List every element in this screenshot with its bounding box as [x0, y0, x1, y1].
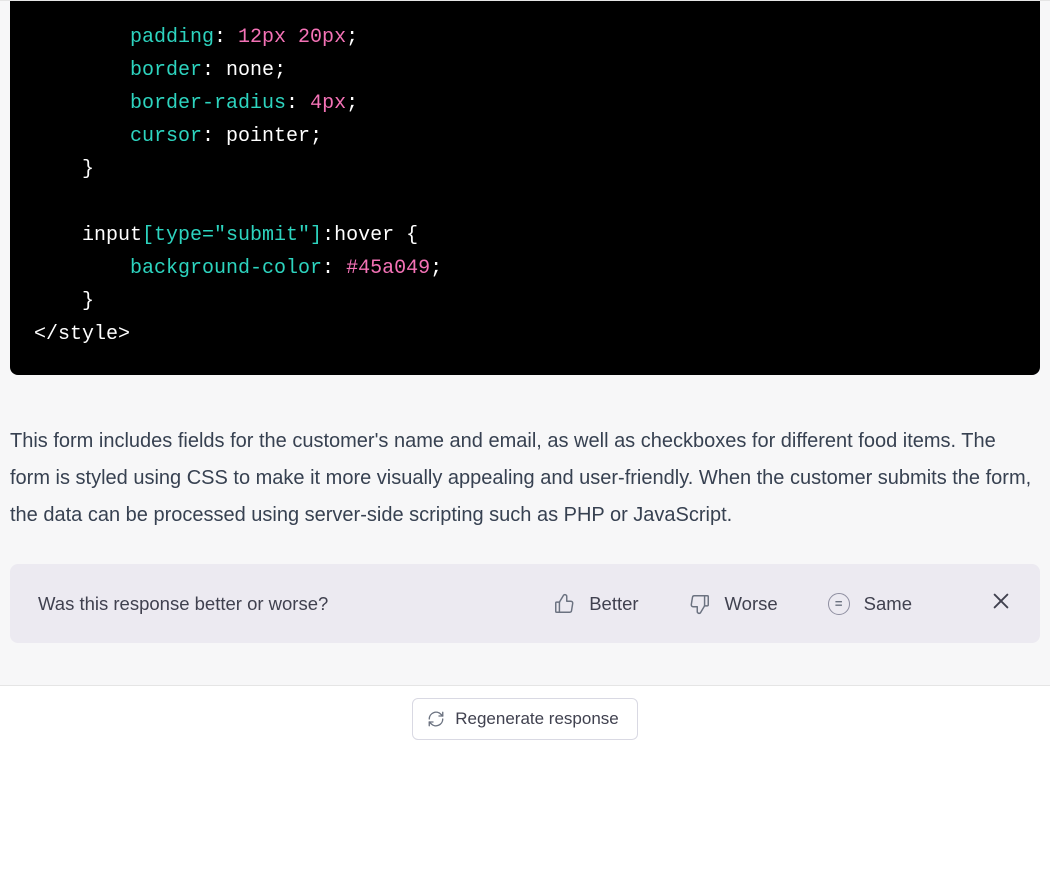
code-token: padding	[130, 26, 214, 49]
feedback-worse-label: Worse	[725, 593, 778, 615]
regenerate-label: Regenerate response	[455, 709, 619, 729]
regenerate-button[interactable]: Regenerate response	[412, 698, 638, 740]
feedback-prompt-label: Was this response better or worse?	[38, 593, 503, 615]
code-token: none	[226, 59, 274, 82]
code-token: #45a049	[346, 257, 430, 280]
code-token: 12px 20px	[238, 26, 346, 49]
thumbs-down-icon	[689, 593, 711, 615]
thumbs-up-icon	[553, 593, 575, 615]
code-token: border-radius	[130, 92, 286, 115]
feedback-same-label: Same	[864, 593, 912, 615]
code-token: border	[130, 59, 202, 82]
feedback-better-label: Better	[589, 593, 638, 615]
feedback-bar: Was this response better or worse? Bette…	[10, 564, 1040, 643]
code-token: background-color	[130, 257, 322, 280]
response-text: This form includes fields for the custom…	[0, 375, 1050, 564]
code-token: cursor	[130, 125, 202, 148]
code-token: 4px	[310, 92, 346, 115]
refresh-icon	[427, 710, 445, 728]
feedback-close-button[interactable]	[990, 590, 1012, 617]
code-block: padding: 12px 20px; border: none; border…	[10, 1, 1040, 375]
code-token: input	[82, 224, 142, 247]
close-icon	[990, 590, 1012, 612]
footer: Regenerate response	[0, 685, 1050, 762]
equals-icon: =	[828, 593, 850, 615]
code-token: pointer	[226, 125, 310, 148]
code-token: [type="submit"]	[142, 224, 322, 247]
feedback-worse-button[interactable]: Worse	[689, 593, 778, 615]
code-token: </style>	[34, 323, 130, 346]
code-token: :hover	[322, 224, 394, 247]
feedback-better-button[interactable]: Better	[553, 593, 638, 615]
feedback-same-button[interactable]: = Same	[828, 593, 912, 615]
